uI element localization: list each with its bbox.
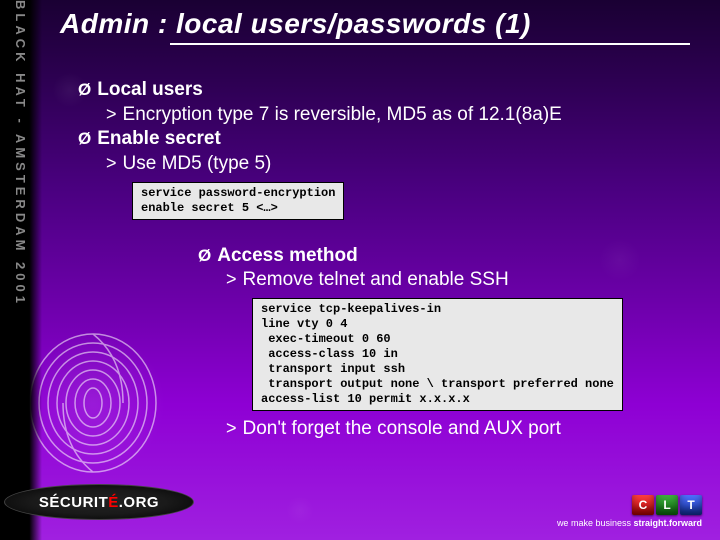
logo-text-accent: É (108, 494, 119, 511)
subbullet-remove-telnet: > Remove telnet and enable SSH (226, 268, 690, 293)
subbullet-text: Don't forget the console and AUX port (243, 417, 561, 442)
subbullet-console-aux: > Don't forget the console and AUX port (226, 417, 690, 442)
subbullet-text: Use MD5 (type 5) (123, 152, 272, 177)
slide-title: Admin : local users/passwords (1) (60, 8, 690, 40)
logo-text-post: .ORG (119, 494, 159, 511)
subbullet-icon: > (226, 268, 237, 291)
bullet-access-method: Ø Access method (198, 244, 690, 269)
subbullet-icon: > (106, 152, 117, 175)
code-block-vty: service tcp-keepalives-in line vty 0 4 e… (252, 298, 623, 411)
left-sidebar: BLACK HAT - AMSTERDAM 2001 (0, 0, 42, 540)
sidebar-vertical-text: BLACK HAT - AMSTERDAM 2001 (13, 0, 28, 307)
code-block-enable-secret: service password-encryption enable secre… (132, 182, 344, 220)
title-underline (170, 43, 690, 45)
tagline: we make business straight.forward (557, 518, 702, 528)
bullet-local-users: Ø Local users (78, 78, 690, 103)
slide-body: Ø Local users > Encryption type 7 is rev… (78, 78, 690, 442)
logo-text-pre: SÉCURIT (39, 494, 108, 511)
slide-title-block: Admin : local users/passwords (1) (60, 8, 690, 45)
subbullet-icon: > (106, 103, 117, 126)
cube-l: L (656, 495, 678, 515)
access-method-block: Ø Access method > Remove telnet and enab… (198, 244, 690, 442)
bullet-icon: Ø (78, 79, 91, 101)
subbullet-use-md5: > Use MD5 (type 5) (106, 152, 690, 177)
cube-c: C (632, 495, 654, 515)
subbullet-icon: > (226, 417, 237, 440)
subbullet-text: Encryption type 7 is reversible, MD5 as … (123, 103, 562, 128)
bullet-text: Enable secret (97, 127, 221, 152)
securite-logo-oval: SÉCURITÉ.ORG (4, 484, 194, 520)
subbullet-text: Remove telnet and enable SSH (243, 268, 509, 293)
bullet-text: Local users (97, 78, 203, 103)
bullet-icon: Ø (198, 245, 211, 267)
tagline-pre: we make business (557, 518, 634, 528)
securite-logo: SÉCURITÉ.ORG (0, 484, 190, 520)
bullet-icon: Ø (78, 128, 91, 150)
cube-t: T (680, 495, 702, 515)
bullet-enable-secret: Ø Enable secret (78, 127, 690, 152)
clt-cubes: C L T (557, 495, 702, 515)
tagline-bold: straight.forward (633, 518, 702, 528)
bullet-text: Access method (217, 244, 357, 269)
subbullet-encryption-type7: > Encryption type 7 is reversible, MD5 a… (106, 103, 690, 128)
footer-right: C L T we make business straight.forward (557, 495, 702, 528)
